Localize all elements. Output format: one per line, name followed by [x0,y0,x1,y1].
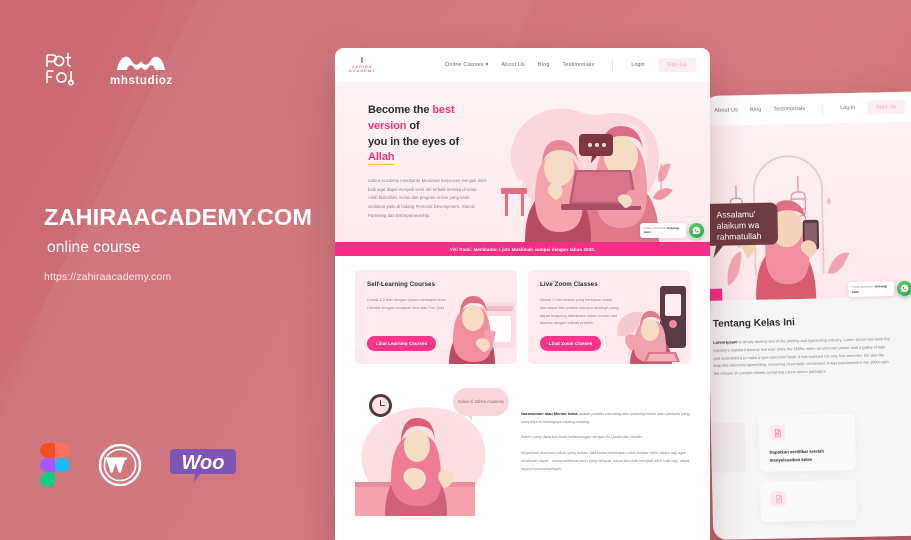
mentor-section: Solusi di Zahira Academy Narasumber atau… [335,376,710,516]
clock-face [372,397,389,414]
vision-banner: Visi Kami: Membantu 1 juta Muslimah samp… [335,242,710,256]
secondary-navbar: About Us Blog Testimonials Log In Sign U… [704,91,911,126]
main-navbar: ZAHIRA ACADEMY Online Classes ▾ About Us… [335,48,710,82]
nav-item-online-classes-label: Online Classes [445,62,484,68]
vision-banner-text: Visi Kami: Membantu 1 juta Muslimah samp… [449,246,596,252]
mentor-paragraph-1-bold: Narasumber atau Mentor kelas [521,411,578,416]
secondary-browser-window: About Us Blog Testimonials Log In Sign U… [704,91,911,540]
poster-url: https://zahiraacademy.com [44,270,172,283]
mentor-paragraph-3: InsyaAllah memberi solusi yang tuntas. A… [521,449,690,472]
main-whatsapp-bubble: Tidak berkenan? Hubungi kami [640,222,686,238]
svg-text:alaikum wa: alaikum wa [717,220,760,231]
whatsapp-icon[interactable] [689,222,704,238]
nav-item-online-classes[interactable]: Online Classes ▾ [445,62,488,68]
secondary-whatsapp-icon-2[interactable] [896,280,911,297]
poster-title-block: ZAHIRAACADEMY.COM online course https://… [44,204,324,283]
secondary-paragraph: Lorem Ipsum is simply dummy text of the … [709,335,892,378]
mhstudioz-logo: mhstudioz [110,52,173,87]
main-nav-links: Online Classes ▾ About Us Blog Testimoni… [445,58,696,72]
hero-heading-highlight2: Allah [368,151,395,165]
poster-left-panel: mhstudioz ZAHIRAACADEMY.COM online cours… [0,0,340,540]
woman-with-phone-illustration [449,296,515,364]
secondary-heading: Tentang Kelas Ini [712,317,795,330]
svg-text:Woo: Woo [182,452,225,474]
poster-title: ZAHIRAACADEMY.COM [44,204,313,230]
login-link[interactable]: Login [631,62,644,68]
main-browser-window: ZAHIRA ACADEMY Online Classes ▾ About Us… [335,48,710,540]
svg-text:rahmatullah: rahmatullah [717,231,762,242]
wordpress-logo-icon [98,443,142,487]
secondary-feature-card-2-text [771,513,847,515]
sec-wa-text-normal: Tidak berkenan? [851,284,876,289]
course-cards-section: Self-Learning Courses Durasi 1-2 hari de… [335,256,710,376]
mentor-paragraph-1: Narasumber atau Mentor kelas adalah prak… [521,410,690,426]
nav-divider [612,59,614,71]
sec-nav-divider [822,103,824,115]
course-card-1-button[interactable]: Lihat Learning Courses [367,336,437,351]
clock-icon [369,394,392,417]
sec-signup-button[interactable]: Sign Up [867,99,906,115]
secondary-feature-card-1-text: Dapatkan sertifikat setelah menyelesaika… [769,448,824,463]
nav-item-testimonials[interactable]: Testimonials [563,62,595,68]
mentor-speech-bubble: Solusi di Zahira Academy [453,388,509,421]
secondary-paragraph-bold: Lorem Ipsum [713,339,738,345]
secondary-feature-card-2[interactable] [760,479,857,522]
woman-with-laptop-illustration [617,286,686,364]
woocommerce-logo-icon: Woo [170,449,236,482]
course-card-2-description: Durasi 2 hari keatas yang bertujuan untu… [540,297,619,326]
course-card-1-description: Durasi 1-2 hari dengan tujuan mendapat i… [367,297,447,310]
sec-login-link[interactable]: Log In [840,105,855,111]
hero-heading-line2: you in the eyes of [368,135,460,148]
main-whatsapp-widget[interactable]: Tidak berkenan? Hubungi kami [640,222,704,238]
mentor-illustration: Solusi di Zahira Academy [355,382,515,516]
mentor-paragraph-2: Materi yang disiarkan tidak bertentangan… [521,434,643,440]
logo-crest-icon [359,56,366,64]
hero-copy: Become the best version of you in the ey… [335,103,487,220]
figma-logo-icon [40,443,70,487]
brand-logo-row: mhstudioz [44,52,173,87]
mhstudioz-mark-icon [117,56,166,70]
mhstudioz-label: mhstudioz [110,75,173,87]
certificate-icon [768,424,786,441]
signup-button[interactable]: Sign Up [657,58,696,72]
poster-subtitle: online course [47,238,141,256]
secondary-whatsapp-bubble: Tidak berkenan? Hubungi kami [847,281,895,298]
course-card-2-button[interactable]: Lihat Zoom Classes [540,336,602,351]
hero-section: Become the best version of you in the ey… [335,82,710,242]
secondary-feature-card-ghost [710,422,746,473]
secondary-whatsapp-widget-2[interactable]: Tidak berkenan? Hubungi kami [847,280,911,298]
sec-nav-blog[interactable]: Blog [750,107,762,113]
logo-line-2: ACADEMY [349,67,376,73]
hero-paragraph: Zahira Academy membantu Muslimah berpros… [368,177,487,218]
two-women-with-laptop-illustration [501,108,673,242]
hero-heading: Become the best version of you in the ey… [368,103,487,165]
sec-nav-testimonials[interactable]: Testimonials [773,106,805,113]
certificate-icon-2 [770,490,787,507]
course-card-self-learning[interactable]: Self-Learning Courses Durasi 1-2 hari de… [355,270,517,364]
zahira-academy-logo[interactable]: ZAHIRA ACADEMY [349,56,376,74]
woman-waving-with-phone-illustration: Assalamu' alaikum wa rahmatullah [704,155,850,300]
secondary-body: Tidak berkenan? Hubungi kami Tentang Kel… [708,280,911,540]
svg-text:Assalamu': Assalamu' [716,209,756,220]
chevron-down-icon: ▾ [485,62,489,68]
sec-nav-about[interactable]: About Us [714,107,738,113]
secondary-hero: Assalamu' alaikum wa rahmatullah [704,121,911,312]
hero-heading-part2: of [406,119,420,132]
tech-logo-row: Woo [40,443,236,487]
secondary-paragraph-rest: is simply dummy text of the printing and… [713,336,890,377]
course-card-live-zoom[interactable]: Live Zoom Classes Durasi 2 hari keatas y… [528,270,690,364]
hero-illustration [487,82,710,242]
secondary-vision-band [708,288,723,301]
portfolio-logo-icon [46,53,74,86]
nav-item-about-us[interactable]: About Us [501,62,525,68]
wa-text-normal: Tidak berkenan? [644,225,668,230]
secondary-feature-card-1[interactable]: Dapatkan sertifikat setelah menyelesaika… [758,413,856,472]
mentor-copy: Narasumber atau Mentor kelas adalah prak… [521,382,690,512]
nav-item-blog[interactable]: Blog [538,62,550,68]
hero-heading-part1: Become the [368,104,433,117]
